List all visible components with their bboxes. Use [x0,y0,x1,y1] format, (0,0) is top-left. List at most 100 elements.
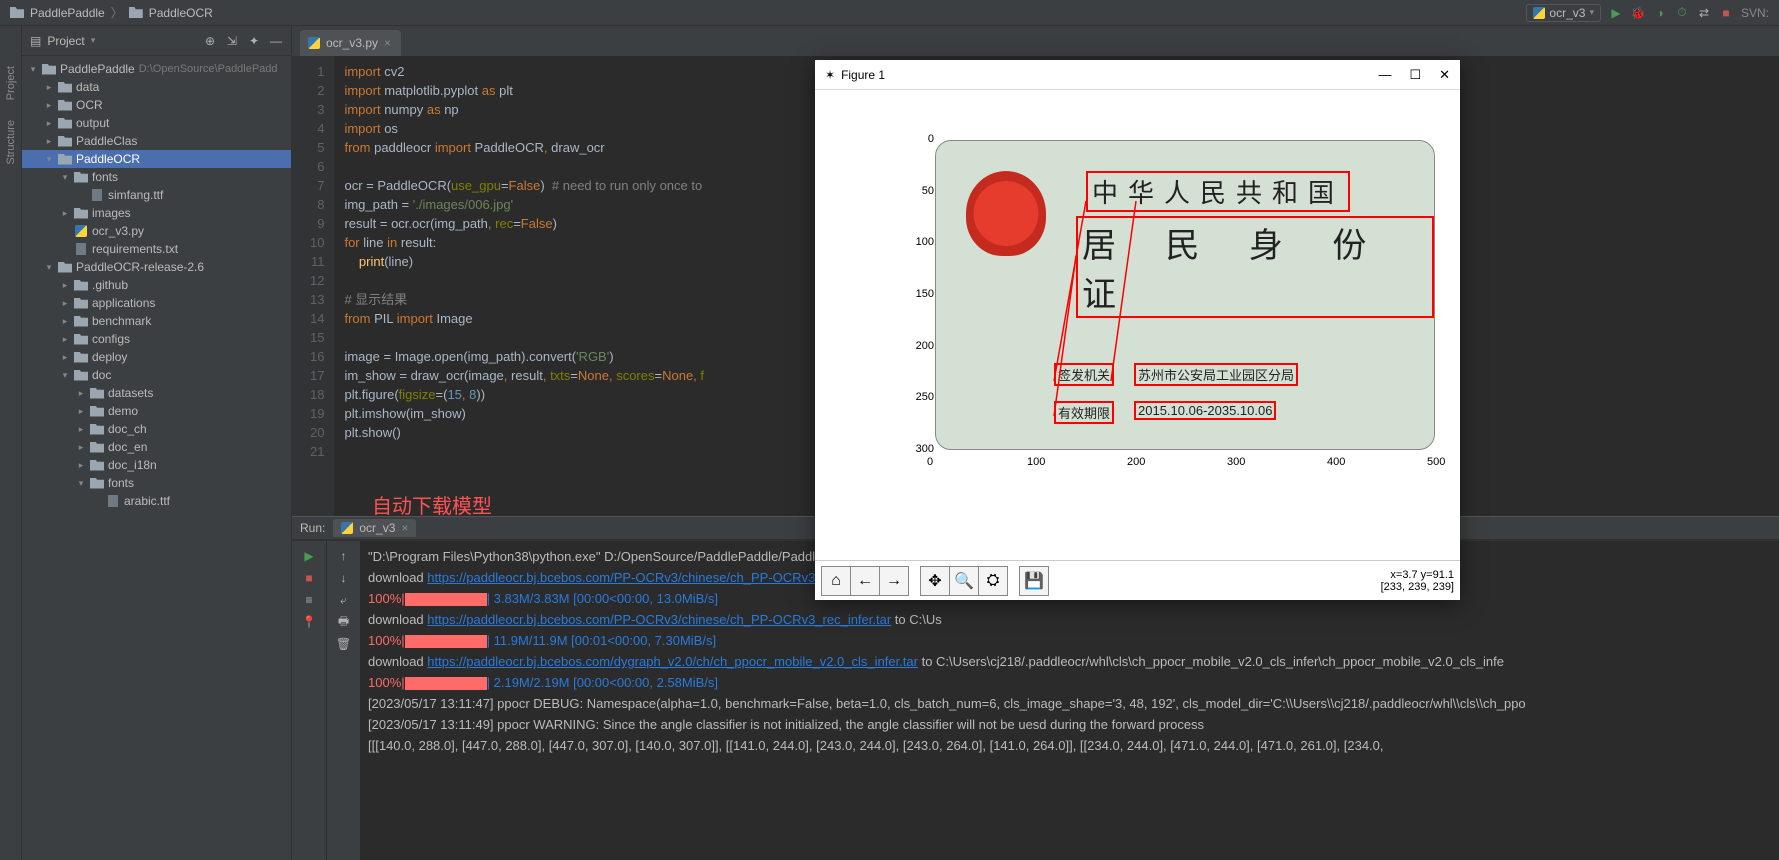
tree-item[interactable]: ▸demo [22,402,291,420]
tree-arrow-icon[interactable]: ▸ [60,334,70,344]
debug-icon[interactable]: 🐞 [1631,6,1645,20]
layout-icon[interactable]: ≡ [302,593,316,607]
folder-icon [90,440,104,454]
figure-titlebar[interactable]: ✶ Figure 1 — ☐ ✕ [815,60,1460,90]
breadcrumb-folder[interactable]: PaddleOCR [149,6,213,20]
run-config-selector[interactable]: ocr_v3 ▾ [1526,4,1601,22]
y-tick: 150 [916,288,934,300]
figure-window[interactable]: ✶ Figure 1 — ☐ ✕ 中华人民共和国 居 民 身 份 证 签发机关 … [815,60,1460,600]
tree-item[interactable]: ▸data [22,78,291,96]
tree-item[interactable]: ▾PaddlePaddle D:\OpenSource\PaddlePadd [22,60,291,78]
tree-item[interactable]: ▾doc [22,366,291,384]
tree-arrow-icon[interactable]: ▸ [60,352,70,362]
close-icon[interactable]: ✕ [1439,67,1450,83]
tree-arrow-icon[interactable]: ▸ [44,100,54,110]
stop-icon[interactable]: ■ [302,571,316,585]
tree-item[interactable]: ▸benchmark [22,312,291,330]
project-tree[interactable]: ▾PaddlePaddle D:\OpenSource\PaddlePadd▸d… [22,56,291,860]
tree-item[interactable]: ▾PaddleOCR [22,150,291,168]
tree-arrow-icon[interactable]: ▸ [60,280,70,290]
plot-area[interactable]: 中华人民共和国 居 民 身 份 证 签发机关 苏州市公安局工业园区分局 有效期限… [815,90,1460,560]
tree-arrow-icon[interactable]: ▾ [28,64,38,74]
tree-arrow-icon[interactable]: ▸ [44,136,54,146]
tree-item[interactable]: ▸ doc_ch [22,420,291,438]
tree-arrow-icon[interactable]: ▸ [76,460,86,470]
attach-icon[interactable]: ⇄ [1697,6,1711,20]
tree-item[interactable]: ▸OCR [22,96,291,114]
settings-icon[interactable]: ✦ [247,34,261,48]
tree-arrow-icon[interactable]: ▾ [76,478,86,488]
stop-icon[interactable]: ■ [1719,6,1733,20]
close-icon[interactable]: × [401,521,408,535]
run-icon[interactable]: ▶ [1609,6,1623,20]
tree-item[interactable]: ▸deploy [22,348,291,366]
save-icon[interactable]: 💾 [1019,566,1049,596]
print-icon[interactable]: 🖶 [337,615,351,629]
rerun-icon[interactable]: ▶ [302,549,316,563]
editor-tab[interactable]: ocr_v3.py × [300,30,401,56]
tree-item[interactable]: ocr_v3.py [22,222,291,240]
run-tab-label: ocr_v3 [359,521,395,535]
tree-item[interactable]: arabic.ttf [22,492,291,510]
structure-tool-button[interactable]: Structure [5,120,17,165]
tree-arrow-icon[interactable]: ▸ [76,406,86,416]
tree-item[interactable]: ▸.github [22,276,291,294]
tree-arrow-icon[interactable] [60,244,70,254]
tree-item[interactable]: ▾fonts [22,474,291,492]
tree-arrow-icon[interactable] [60,226,70,236]
expand-icon[interactable]: ⇲ [225,34,239,48]
zoom-icon[interactable]: 🔍 [949,566,979,596]
tree-arrow-icon[interactable]: ▸ [76,424,86,434]
back-icon[interactable]: ← [850,566,880,596]
tree-arrow-icon[interactable]: ▸ [60,298,70,308]
matplotlib-icon: ✶ [825,68,835,82]
tree-item[interactable]: ▸doc_i18n [22,456,291,474]
locate-icon[interactable]: ⊕ [203,34,217,48]
tree-arrow-icon[interactable] [92,496,102,506]
tree-item[interactable]: ▸images [22,204,291,222]
forward-icon[interactable]: → [879,566,909,596]
tree-item[interactable]: ▸doc_en [22,438,291,456]
profile-icon[interactable]: ⏱ [1675,6,1689,20]
pin-icon[interactable]: 📍 [302,615,316,629]
pan-icon[interactable]: ✥ [920,566,950,596]
tree-item[interactable]: ▸PaddleClas [22,132,291,150]
tree-item[interactable]: ▸configs [22,330,291,348]
tree-arrow-icon[interactable]: ▸ [76,388,86,398]
project-tool-button[interactable]: Project [5,66,17,100]
tree-arrow-icon[interactable]: ▾ [60,370,70,380]
tree-arrow-icon[interactable]: ▸ [76,442,86,452]
tree-arrow-icon[interactable]: ▾ [44,154,54,164]
breadcrumb-root[interactable]: PaddlePaddle [30,6,105,20]
tree-arrow-icon[interactable]: ▾ [44,262,54,272]
close-icon[interactable]: × [384,36,391,50]
tree-item[interactable]: requirements.txt [22,240,291,258]
minimize-icon[interactable]: — [1378,67,1391,83]
up-icon[interactable]: ↑ [337,549,351,563]
tree-item[interactable]: ▸datasets [22,384,291,402]
tree-item[interactable]: ▾fonts [22,168,291,186]
tree-arrow-icon[interactable]: ▾ [60,172,70,182]
coverage-icon[interactable]: ◑ [1653,6,1667,20]
tree-arrow-icon[interactable]: ▸ [60,208,70,218]
configure-icon[interactable]: ⛭ [978,566,1008,596]
tree-label: doc_ch [108,422,147,436]
down-icon[interactable]: ↓ [337,571,351,585]
maximize-icon[interactable]: ☐ [1409,67,1421,83]
project-title[interactable]: Project [47,34,84,48]
clear-icon[interactable]: 🗑 [337,637,351,651]
tree-arrow-icon[interactable]: ▸ [44,118,54,128]
tree-arrow-icon[interactable]: ▸ [44,82,54,92]
soft-wrap-icon[interactable]: ⤶ [337,593,351,607]
tree-arrow-icon[interactable] [76,190,86,200]
home-icon[interactable]: ⌂ [821,566,851,596]
tree-arrow-icon[interactable]: ▸ [60,316,70,326]
tree-item[interactable]: simfang.ttf [22,186,291,204]
run-tab[interactable]: ocr_v3 × [333,519,416,537]
tree-item[interactable]: ▸applications [22,294,291,312]
folder-icon [74,350,88,364]
tree-item[interactable]: ▾PaddleOCR-release-2.6 [22,258,291,276]
tree-item[interactable]: ▸output [22,114,291,132]
chevron-down-icon[interactable]: ▾ [91,35,96,46]
hide-icon[interactable]: — [269,34,283,48]
